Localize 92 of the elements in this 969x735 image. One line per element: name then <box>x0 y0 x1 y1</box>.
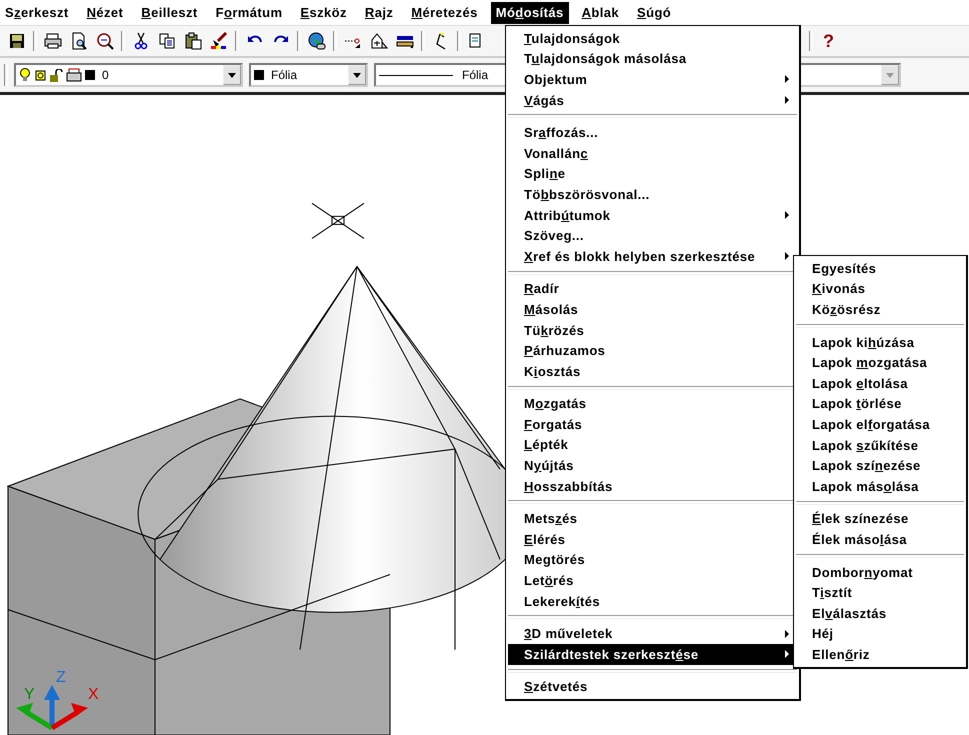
menu-bar-item[interactable]: Beilleszt <box>136 2 203 24</box>
menu-bar-item[interactable]: Eszköz <box>295 2 352 24</box>
submenu-arrow-icon <box>785 630 789 638</box>
printer-icon[interactable] <box>66 68 82 82</box>
menu-item[interactable]: Metszés <box>508 508 797 530</box>
menu-bar-item[interactable]: Módosítás <box>490 2 569 24</box>
globe-icon[interactable] <box>308 32 326 50</box>
menu-item[interactable]: Másolás <box>508 299 797 320</box>
help-button[interactable]: ? <box>816 30 841 52</box>
layer-name: 0 <box>102 68 110 82</box>
menu-item[interactable]: Közösrész <box>796 299 964 320</box>
copy-icon[interactable] <box>158 32 176 50</box>
crosshair-cursor-icon <box>312 202 364 239</box>
menu-bar-item[interactable]: Rajz <box>360 2 398 24</box>
print-preview-icon[interactable] <box>70 32 88 50</box>
brush-icon[interactable] <box>210 32 228 50</box>
scissors-icon[interactable] <box>132 32 150 50</box>
menu-item[interactable]: Attribútumok <box>508 204 797 226</box>
menu-item[interactable]: Kivonás <box>796 278 964 300</box>
menu-item[interactable]: Élek másolása <box>796 529 964 550</box>
menu-item[interactable]: Egyesítés <box>796 258 964 279</box>
menu-item[interactable]: Tükrözés <box>508 320 797 340</box>
menu-item[interactable]: Hosszabbítás <box>508 476 797 496</box>
menu-item[interactable]: Lekerekítés <box>508 590 797 612</box>
menu-item[interactable]: 3D műveletek <box>508 623 797 644</box>
axis-label: Z <box>56 668 66 686</box>
caret-icon <box>228 72 236 78</box>
menu-item[interactable]: Vágás <box>508 90 797 110</box>
ucs-axes-icon <box>16 684 88 730</box>
submenu-arrow-icon <box>785 211 789 220</box>
dropdown-button[interactable] <box>223 65 241 85</box>
axis-label: Y <box>24 684 35 703</box>
menu-item[interactable]: Lapok színezése <box>796 455 964 476</box>
menu-item[interactable]: Szöveg... <box>508 225 797 246</box>
menu-item[interactable]: Radír <box>508 278 797 300</box>
menu-item[interactable]: Szétvetés <box>508 676 797 698</box>
menu-item[interactable]: Objektum <box>508 69 797 90</box>
menu-item[interactable]: Lapok szűkítése <box>796 434 964 456</box>
menu-item[interactable]: Párhuzamos <box>508 340 797 361</box>
line-sample-icon <box>379 74 453 76</box>
light-bulb-icon[interactable] <box>19 68 31 82</box>
menu-item[interactable]: Forgatás <box>508 414 797 435</box>
axis-label: X <box>88 684 99 703</box>
menu-item[interactable]: Lapok mozgatása <box>796 352 964 373</box>
menu-item[interactable]: Lapok kihúzása <box>796 332 964 352</box>
menu-item[interactable]: Nyújtás <box>508 455 797 476</box>
menu-item[interactable]: Megtörés <box>508 550 797 570</box>
menu-item[interactable]: Vonallánc <box>508 142 797 164</box>
menu-item[interactable]: Lépték <box>508 434 797 456</box>
submenu-arrow-icon <box>785 96 789 104</box>
menu-item[interactable]: Lapok elforgatása <box>796 414 964 435</box>
menu-item[interactable]: Lapok törlése <box>796 394 964 414</box>
menu-item[interactable]: Héj <box>796 624 964 644</box>
menu-bar-item[interactable]: Ablak <box>576 2 624 24</box>
color-dropdown[interactable]: Fólia <box>249 63 368 87</box>
menu-item[interactable]: Tulajdonságok <box>508 28 797 49</box>
menu-item[interactable]: Tisztít <box>796 582 964 603</box>
caret-icon <box>353 72 361 78</box>
paste-icon[interactable] <box>184 32 202 50</box>
printer-icon[interactable] <box>44 32 62 50</box>
submenu-arrow-icon <box>785 650 789 658</box>
menu-item[interactable]: Kiosztás <box>508 360 797 382</box>
color-name: Fólia <box>271 68 298 82</box>
caret-icon <box>886 72 894 78</box>
menu-bar-item[interactable]: Formátum <box>210 2 288 24</box>
menu-bar-item[interactable]: Méretezés <box>406 2 483 24</box>
submenu-arrow-icon <box>785 75 789 84</box>
color-swatch-icon <box>85 70 95 80</box>
menu-item[interactable]: Élek színezése <box>796 508 964 530</box>
menu-item[interactable]: Mozgatás <box>508 394 797 414</box>
menu-item[interactable]: Dombornyomat <box>796 562 964 582</box>
padlock-icon[interactable] <box>50 68 63 82</box>
menu-item[interactable]: Sraffozás... <box>508 122 797 143</box>
save-icon[interactable] <box>8 32 26 50</box>
menu-item[interactable]: Letörés <box>508 570 797 591</box>
submenu-arrow-icon <box>785 252 789 260</box>
linetype-name: Fólia <box>462 68 488 82</box>
menu-item[interactable]: Elválasztás <box>796 602 964 624</box>
menu-bar-item[interactable]: Szerkeszt <box>0 2 74 24</box>
menu-item[interactable]: Spline <box>508 164 797 184</box>
layer-dropdown[interactable]: 0 <box>14 63 243 87</box>
menu-item[interactable]: Ellenőriz <box>796 644 964 665</box>
menu-item[interactable]: Többszörösvonal... <box>508 184 797 205</box>
menu-item[interactable]: Elérés <box>508 529 797 550</box>
menu-item[interactable]: Xref és blokk helyben szerkesztése <box>508 246 797 267</box>
dropdown-button[interactable] <box>348 65 366 85</box>
menu-item[interactable]: Lapok eltolása <box>796 372 964 394</box>
menu-item[interactable]: Lapok másolása <box>796 476 964 497</box>
menu-item[interactable]: Tulajdonságok másolása <box>508 48 797 70</box>
menu-bar-item[interactable]: Súgó <box>632 2 676 24</box>
menu-bar-item[interactable]: Nézet <box>82 2 128 24</box>
color-swatch-icon <box>254 70 264 80</box>
